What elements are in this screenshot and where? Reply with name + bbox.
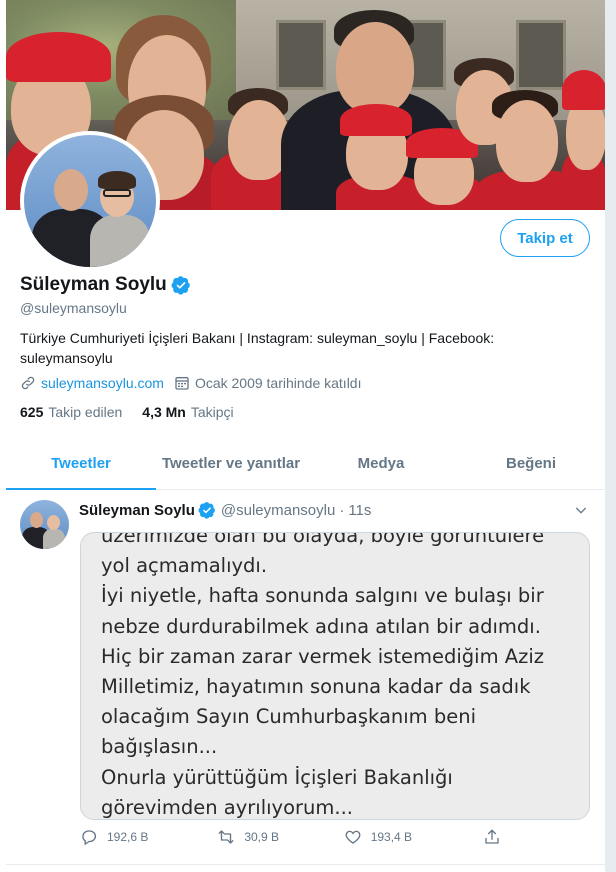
profile-name: Süleyman Soylu bbox=[20, 274, 167, 295]
share-icon bbox=[485, 829, 499, 844]
profile-tabs: Tweetler Tweetler ve yanıtlar Medya Beğe… bbox=[6, 438, 605, 490]
profile-avatar[interactable] bbox=[20, 131, 160, 271]
profile-joined: Ocak 2009 tarihinde katıldı bbox=[174, 375, 362, 391]
profile-name-row: Süleyman Soylu bbox=[20, 274, 191, 296]
reply-count: 192,6 B bbox=[107, 830, 149, 844]
website-link[interactable]: suleymansoylu.com bbox=[41, 375, 164, 391]
calendar-icon bbox=[175, 377, 189, 390]
tweet-image-text: üzerimizde olan bu olayda, böyle görüntü… bbox=[101, 532, 545, 819]
joined-text: Ocak 2009 tarihinde katıldı bbox=[194, 375, 362, 391]
reply-button[interactable]: 192,6 B bbox=[80, 828, 217, 846]
followers-count[interactable]: 4,3 Mn Takipçi bbox=[142, 404, 233, 420]
reply-icon bbox=[82, 830, 96, 846]
tab-tweets-and-replies[interactable]: Tweetler ve yanıtlar bbox=[156, 438, 306, 489]
tab-media[interactable]: Medya bbox=[306, 438, 456, 489]
tweet-header: Süleyman Soylu @suleymansoylu · 11s bbox=[79, 501, 371, 519]
verified-badge-icon bbox=[171, 276, 190, 295]
tweet-actions: 192,6 B 30,9 B 193,4 B bbox=[80, 828, 510, 846]
tweet-time[interactable]: 11s bbox=[348, 502, 371, 519]
tab-likes[interactable]: Beğeni bbox=[456, 438, 605, 489]
chevron-down-icon[interactable] bbox=[573, 502, 589, 518]
profile-counts: 625 Takip edilen 4,3 Mn Takipçi bbox=[20, 404, 254, 420]
link-icon bbox=[21, 376, 35, 390]
tweet-author-name[interactable]: Süleyman Soylu bbox=[79, 502, 195, 519]
profile-meta: suleymansoylu.com Ocak 2009 tarihinde ka… bbox=[20, 375, 371, 391]
tweet[interactable]: Süleyman Soylu @suleymansoylu · 11s üzer… bbox=[6, 490, 605, 865]
profile-bio: Türkiye Cumhuriyeti İçişleri Bakanı | In… bbox=[20, 330, 495, 366]
tab-tweets[interactable]: Tweetler bbox=[6, 438, 156, 490]
profile-handle: @suleymansoylu bbox=[20, 300, 127, 316]
tweet-image[interactable]: üzerimizde olan bu olayda, böyle görüntü… bbox=[80, 532, 590, 820]
retweet-count: 30,9 B bbox=[244, 830, 280, 844]
profile-website: suleymansoylu.com bbox=[20, 375, 164, 391]
verified-badge-icon bbox=[198, 502, 215, 519]
like-button[interactable]: 193,4 B bbox=[344, 828, 483, 846]
like-icon bbox=[345, 830, 361, 844]
follow-button[interactable]: Takip et bbox=[500, 219, 590, 257]
share-button[interactable] bbox=[483, 828, 510, 846]
retweet-icon bbox=[218, 830, 234, 844]
tweet-author-handle[interactable]: @suleymansoylu bbox=[221, 502, 335, 519]
following-count[interactable]: 625 Takip edilen bbox=[20, 404, 122, 420]
tweet-separator: · bbox=[339, 501, 345, 519]
like-count: 193,4 B bbox=[370, 830, 413, 844]
retweet-button[interactable]: 30,9 B bbox=[217, 828, 343, 846]
tweet-avatar[interactable] bbox=[20, 500, 69, 549]
profile-page: Takip et Süleyman Soylu @suleymansoylu T… bbox=[0, 0, 606, 872]
